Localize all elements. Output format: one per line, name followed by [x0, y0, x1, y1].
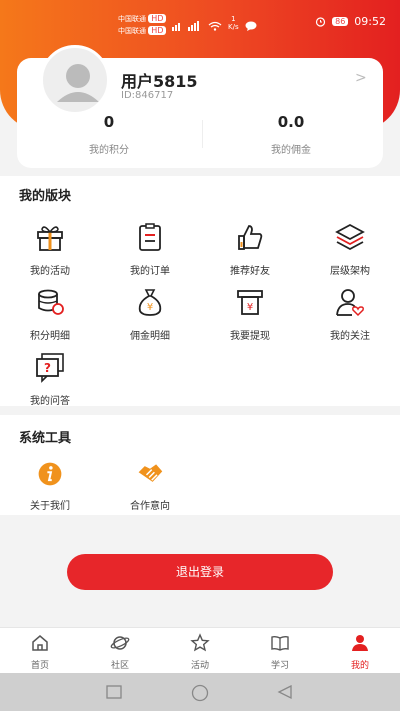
- tool-about-us[interactable]: 关于我们: [15, 460, 85, 512]
- module-label: 我的关注: [330, 331, 370, 342]
- svg-text:?: ?: [44, 361, 51, 375]
- module-label: 层级架构: [330, 266, 370, 277]
- svg-text:¥: ¥: [147, 302, 153, 313]
- module-label: 我的订单: [130, 266, 170, 277]
- points-stat[interactable]: 0 我的积分: [49, 113, 169, 156]
- module-recommend-friends[interactable]: 推荐好友: [215, 221, 285, 277]
- clock: 09:52: [354, 15, 386, 28]
- module-my-activities[interactable]: 我的活动: [15, 221, 85, 277]
- signal-icon: [172, 21, 199, 31]
- layers-icon: [335, 223, 365, 251]
- alarm-icon: [316, 17, 326, 27]
- wifi-icon: [208, 21, 222, 31]
- home-icon: [32, 635, 48, 651]
- gift-icon: [37, 226, 63, 251]
- module-my-qa[interactable]: ? 我的问答: [15, 351, 85, 407]
- recent-apps-icon[interactable]: [106, 685, 122, 699]
- system-navigation-bar: [0, 673, 400, 711]
- tab-label: 首页: [30, 661, 49, 671]
- money-bag-icon: ¥: [138, 289, 162, 316]
- tab-home[interactable]: 首页: [0, 628, 80, 674]
- info-icon: [38, 462, 62, 486]
- back-triangle-icon[interactable]: [277, 684, 293, 700]
- points-value: 0: [103, 113, 115, 131]
- tab-study[interactable]: 学习: [240, 628, 320, 674]
- tab-label: 活动: [190, 661, 209, 671]
- avatar[interactable]: [40, 45, 110, 115]
- planet-icon: [110, 636, 130, 650]
- coins-icon: [38, 289, 64, 315]
- username: 用户5815: [121, 72, 198, 91]
- tab-label: 我的: [350, 661, 369, 671]
- tool-cooperation[interactable]: 合作意向: [115, 460, 185, 512]
- battery-indicator: 86: [332, 17, 349, 26]
- bottom-tab-bar: 首页 社区 活动 学习 我的: [0, 627, 400, 673]
- module-commission-detail[interactable]: ¥ 佣金明细: [115, 286, 185, 342]
- module-label: 我的问答: [30, 396, 70, 407]
- user-heart-icon: [336, 289, 364, 317]
- commission-label: 我的佣金: [271, 145, 311, 156]
- module-label: 推荐好友: [230, 266, 270, 277]
- status-bar: 中国联通 HD 中国联通 HD 1 K/s 86 09:52: [0, 0, 400, 44]
- tab-label: 学习: [270, 661, 289, 671]
- stat-divider: [202, 120, 203, 148]
- module-label: 佣金明细: [130, 331, 170, 342]
- message-icon: [245, 21, 257, 31]
- book-icon: [271, 635, 289, 651]
- user-id: ID:846717: [121, 90, 174, 101]
- commission-stat[interactable]: 0.0 我的佣金: [231, 113, 351, 156]
- module-my-follows[interactable]: 我的关注: [315, 286, 385, 342]
- order-clipboard-icon: [139, 223, 161, 251]
- hd-badge: HD: [148, 14, 167, 23]
- module-hierarchy[interactable]: 层级架构: [315, 221, 385, 277]
- withdraw-icon: ¥: [237, 290, 263, 315]
- carrier-1: 中国联通: [118, 15, 146, 23]
- module-points-detail[interactable]: 积分明细: [15, 286, 85, 342]
- module-my-orders[interactable]: 我的订单: [115, 221, 185, 277]
- tab-activities[interactable]: 活动: [160, 628, 240, 674]
- module-label: 我的活动: [30, 266, 70, 277]
- section-title: 系统工具: [19, 431, 72, 446]
- home-circle-icon[interactable]: [191, 684, 209, 702]
- carrier-info: 中国联通 HD 中国联通 HD: [118, 13, 167, 37]
- logout-button[interactable]: 退出登录: [67, 554, 333, 590]
- handshake-icon: [138, 464, 163, 482]
- net-speed: 1 K/s: [228, 15, 239, 31]
- tool-label: 关于我们: [30, 501, 70, 512]
- points-label: 我的积分: [89, 145, 129, 156]
- tool-label: 合作意向: [130, 501, 170, 512]
- thumbs-up-icon: [238, 225, 263, 250]
- network-indicators: 1 K/s: [172, 15, 257, 31]
- svg-text:¥: ¥: [247, 302, 253, 313]
- profile-icon: [352, 635, 368, 651]
- module-label: 积分明细: [30, 331, 70, 342]
- carrier-2: 中国联通: [118, 27, 146, 35]
- hd-badge-2: HD: [148, 26, 167, 35]
- section-title: 我的版块: [19, 189, 72, 204]
- tab-community[interactable]: 社区: [80, 628, 160, 674]
- question-chat-icon: ?: [36, 353, 64, 383]
- tab-label: 社区: [110, 661, 129, 671]
- module-withdraw[interactable]: ¥ 我要提现: [215, 286, 285, 342]
- tab-mine[interactable]: 我的: [320, 628, 400, 674]
- module-label: 我要提现: [230, 331, 270, 342]
- chevron-right-icon[interactable]: >: [355, 70, 367, 86]
- commission-value: 0.0: [277, 113, 305, 131]
- star-icon: [190, 633, 210, 652]
